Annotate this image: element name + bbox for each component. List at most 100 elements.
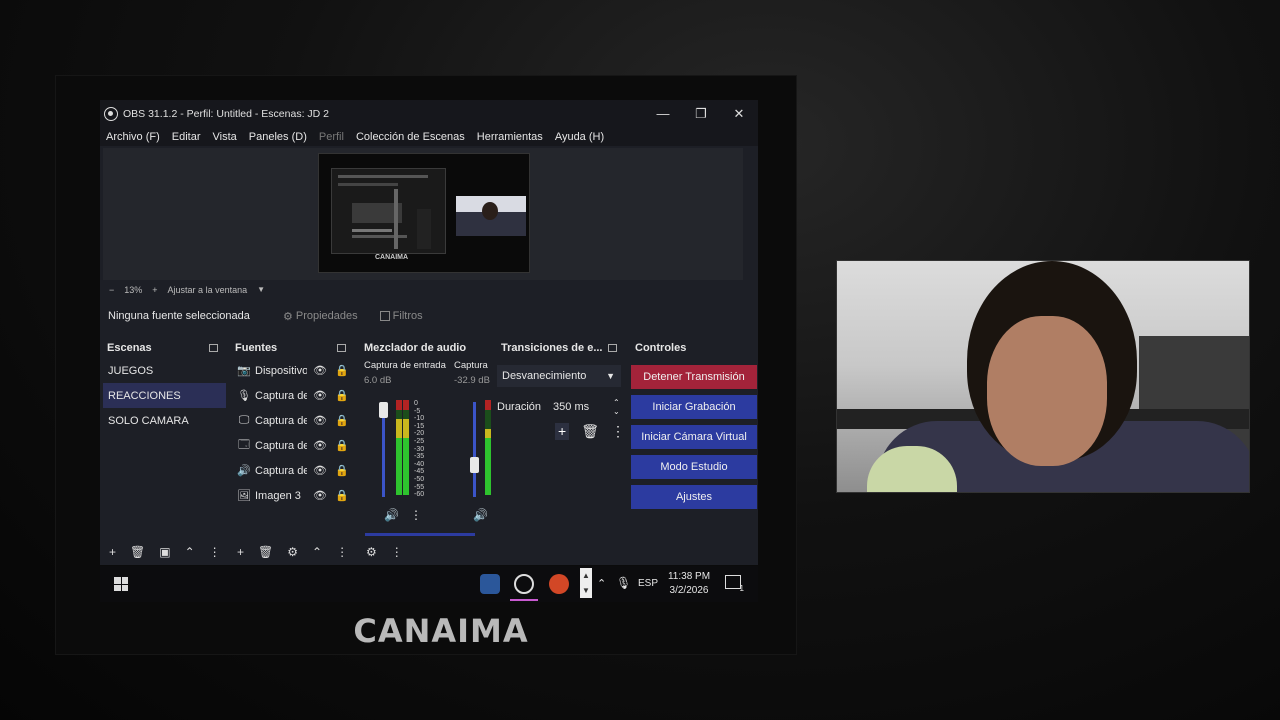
mixer-scrollbar[interactable] (365, 533, 475, 536)
menu-archivo[interactable]: Archivo (F) (106, 131, 160, 143)
volume-knob[interactable] (470, 457, 479, 473)
mixer-footer: ⚙ ⋮ (360, 541, 490, 563)
properties-button[interactable]: ⚙ Propiedades (283, 310, 358, 323)
stop-streaming-button[interactable]: Detener Transmisión (631, 365, 757, 389)
source-item[interactable]: 🎙 Captura de 👁 🔒 (231, 383, 354, 408)
visibility-eye-icon[interactable]: 👁 (311, 439, 329, 452)
clock-time[interactable]: 11:38 PM (665, 571, 713, 582)
source-item[interactable]: 🖵 Captura de 👁 🔒 (231, 408, 354, 433)
mute-speaker-icon[interactable]: 🔊 (473, 508, 488, 522)
duration-row: Duración 350 ms ⌃ ⌄ (497, 398, 620, 416)
mute-speaker-icon[interactable]: 🔊 (384, 508, 399, 522)
show-hidden-icons[interactable]: ⌃ (597, 577, 606, 590)
lock-icon[interactable]: 🔒 (333, 364, 351, 377)
word-icon[interactable] (480, 574, 500, 594)
level-meter (396, 400, 402, 495)
notifications-icon[interactable]: 1 (725, 575, 744, 593)
menu-editar[interactable]: Editar (172, 131, 201, 143)
scene-filters-icon[interactable]: ▣ (159, 545, 170, 559)
source-toolbar: Ninguna fuente seleccionada ⚙ Propiedade… (103, 305, 757, 327)
menu-paneles[interactable]: Paneles (D) (249, 131, 307, 143)
level-meter (403, 400, 409, 495)
lock-icon[interactable]: 🔒 (333, 389, 351, 402)
lock-icon[interactable]: 🔒 (333, 439, 351, 452)
language-indicator[interactable]: ESP (638, 578, 658, 589)
lock-icon[interactable]: 🔒 (333, 414, 351, 427)
zoom-out-button[interactable]: − (109, 285, 114, 295)
fit-window-label[interactable]: Ajustar a la ventana (168, 285, 248, 295)
program-preview[interactable]: CANAIMA (318, 153, 530, 273)
more-options-icon[interactable]: ⋮ (410, 508, 422, 522)
visibility-eye-icon[interactable]: 👁 (311, 489, 329, 502)
visibility-eye-icon[interactable]: 👁 (311, 414, 329, 427)
volume-slider-1[interactable] (379, 402, 388, 497)
volume-knob[interactable] (379, 402, 388, 418)
undock-icon[interactable] (608, 344, 617, 352)
visibility-eye-icon[interactable]: 👁 (311, 464, 329, 477)
lock-icon[interactable]: 🔒 (333, 464, 351, 477)
obs-taskbar-icon[interactable] (514, 574, 534, 594)
db-tick-label: -10 (414, 415, 425, 423)
menu-perfil[interactable]: Perfil (319, 131, 344, 143)
preview-canvas[interactable]: CANAIMA (103, 148, 743, 280)
filters-button[interactable]: Filtros (379, 310, 423, 322)
duration-input[interactable]: 350 ms (553, 401, 613, 413)
remove-scene-icon[interactable]: 🗑 (130, 545, 145, 559)
remove-source-icon[interactable]: 🗑 (258, 545, 273, 559)
controls-title: Controles (631, 338, 758, 358)
advanced-audio-icon[interactable]: ⚙ (366, 545, 377, 559)
menu-herramientas[interactable]: Herramientas (477, 131, 543, 143)
mixer-channel-1: Captura de entrada 6.0 dB (364, 360, 448, 386)
close-button[interactable]: ✕ (720, 106, 758, 122)
source-item[interactable]: 📷 Dispositivo 👁 🔒 (231, 358, 354, 383)
db-tick-label: -15 (414, 422, 425, 430)
scroll-arrows-icon[interactable]: ▲ ▼ (580, 568, 592, 598)
more-options-icon[interactable]: ⋮ (391, 545, 403, 559)
add-source-icon[interactable]: + (237, 545, 244, 559)
add-scene-icon[interactable]: + (109, 545, 116, 559)
zoom-in-button[interactable]: + (152, 285, 157, 295)
scene-item-solo-camara[interactable]: SOLO CAMARA (103, 408, 226, 433)
windows-start-icon[interactable] (114, 577, 128, 591)
duration-stepper-icon[interactable]: ⌃ ⌄ (613, 398, 620, 416)
clock-date[interactable]: 3/2/2026 (665, 585, 713, 596)
restore-button[interactable]: ❐ (682, 106, 720, 122)
source-item[interactable]: 🗔 Captura de 👁 🔒 (231, 433, 354, 458)
menu-ayuda[interactable]: Ayuda (H) (555, 131, 604, 143)
scene-item-reacciones[interactable]: REACCIONES (103, 383, 226, 408)
add-transition-icon[interactable]: + (555, 423, 570, 440)
remove-transition-icon[interactable]: 🗑 (581, 423, 599, 440)
minimize-button[interactable]: — (644, 106, 682, 122)
source-label: Captura de (255, 439, 307, 452)
more-options-icon[interactable]: ⋮ (209, 545, 221, 559)
move-up-icon[interactable]: ⌃ (185, 545, 195, 559)
source-properties-icon[interactable]: ⚙ (287, 545, 298, 559)
move-up-icon[interactable]: ⌃ (312, 545, 322, 559)
volume-slider-2[interactable] (470, 402, 479, 497)
powerpoint-icon[interactable] (549, 574, 569, 594)
chevron-down-icon: ▼ (606, 371, 615, 381)
scene-item-juegos[interactable]: JUEGOS (103, 358, 226, 383)
undock-icon[interactable] (337, 344, 346, 352)
db-tick-label: -5 (414, 407, 421, 415)
more-options-icon[interactable]: ⋮ (336, 545, 348, 559)
studio-mode-button[interactable]: Modo Estudio (631, 455, 757, 479)
start-virtual-camera-button[interactable]: Iniciar Cámara Virtual (631, 425, 757, 449)
transition-select[interactable]: Desvanecimiento ▼ (497, 365, 621, 387)
more-options-icon[interactable]: ⋮ (611, 423, 625, 440)
settings-button[interactable]: Ajustes (631, 485, 757, 509)
transitions-title-label: Transiciones de e... (501, 342, 603, 354)
image-icon: 🖼 (237, 490, 251, 502)
undock-icon[interactable] (209, 344, 218, 352)
fit-dropdown-icon[interactable]: ▼ (257, 285, 265, 294)
mixer-dock: Mezclador de audio Captura de entrada 6.… (360, 338, 491, 563)
menu-coleccion[interactable]: Colección de Escenas (356, 131, 465, 143)
visibility-eye-icon[interactable]: 👁 (311, 389, 329, 402)
source-item[interactable]: 🖼 Imagen 3 👁 🔒 (231, 483, 354, 508)
menu-vista[interactable]: Vista (213, 131, 237, 143)
lock-icon[interactable]: 🔒 (333, 489, 351, 502)
visibility-eye-icon[interactable]: 👁 (311, 364, 329, 377)
source-item[interactable]: 🔊 Captura de 👁 🔒 (231, 458, 354, 483)
start-recording-button[interactable]: Iniciar Grabación (631, 395, 757, 419)
microphone-tray-icon[interactable]: 🎙 (616, 576, 631, 590)
